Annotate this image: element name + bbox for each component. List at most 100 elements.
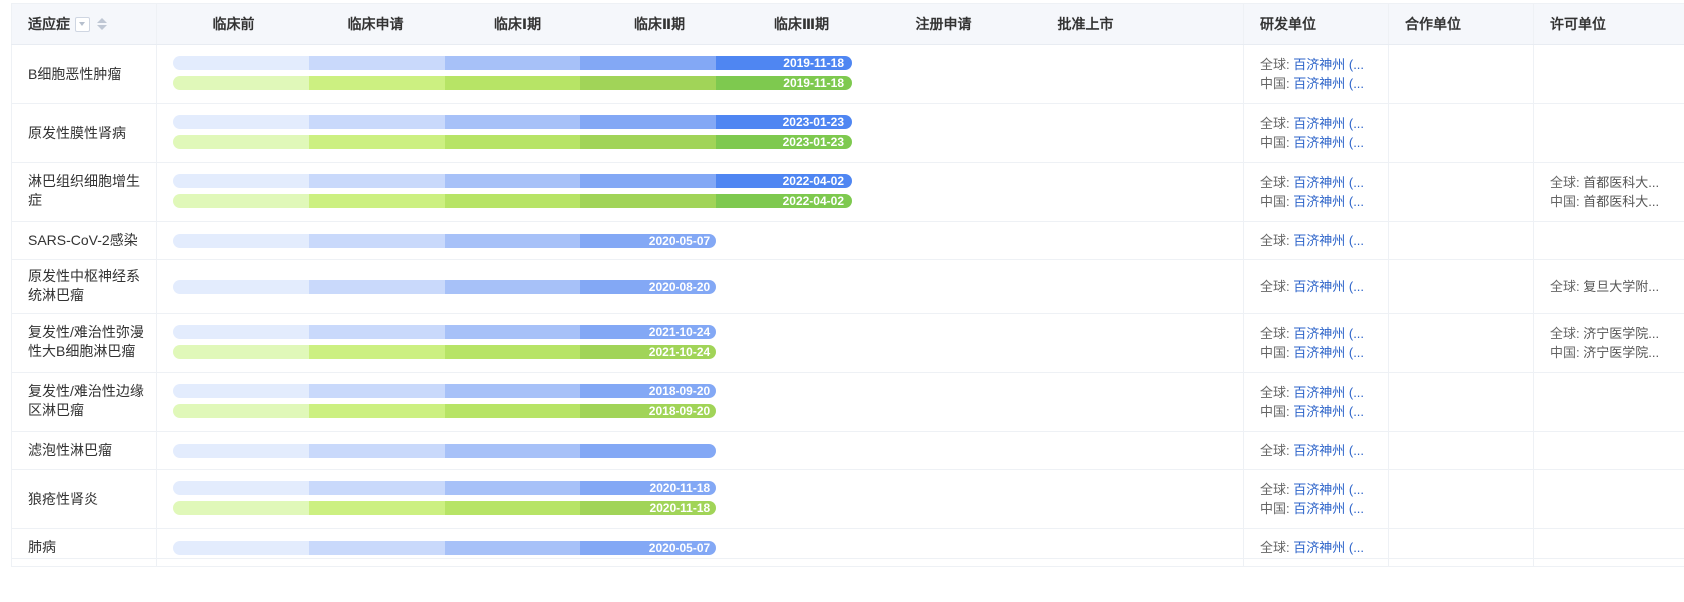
developer-cell: 全球: 百济神州 (... 中国: 百济神州 (... [1243,104,1388,162]
region-label: 全球: [1260,443,1290,458]
phase-cell: 2018-09-20 2018-09-20 [157,373,1243,431]
indication-cell: 淋巴组织细胞增生症 [11,163,157,221]
org-line: 全球: 百济神州 (... [1260,480,1388,499]
table-row: 肺病 2020-05-07 全球: 百济神州 (... [11,529,1684,567]
table-row: 复发性/难治性边缘区淋巴瘤 2018-09-20 2018-09-20 全球: 百济神… [11,373,1684,432]
developer-link[interactable]: 百济神州 (... [1293,501,1364,516]
stage-segment [308,384,445,398]
partner-cell [1388,314,1533,372]
org-line: 中国: 百济神州 (... [1260,133,1388,152]
china-progress-bar[interactable]: 2021-10-24 [173,345,717,359]
stage-date: 2022-04-02 [782,174,844,188]
developer-cell: 全球: 百济神州 (... 中国: 百济神州 (... [1243,45,1388,103]
table-row: B细胞恶性肿瘤 2019-11-18 2019-11-18 全球: 百济神州 (...… [11,45,1684,104]
stage-date: 2020-08-20 [648,280,711,294]
stage-segment [444,481,581,495]
developer-cell: 全球: 百济神州 (... [1243,432,1388,469]
indication-text: 淋巴组织细胞增生症 [28,173,140,208]
developer-link[interactable]: 百济神州 (... [1293,326,1364,341]
developer-link[interactable]: 百济神州 (... [1293,385,1364,400]
phase-cell: 2020-05-07 [157,529,1243,566]
indication-text: B细胞恶性肿瘤 [28,65,122,82]
partner-header: 合作单位 [1388,4,1533,44]
stage-segment [173,384,309,398]
global-progress-bar[interactable]: 2021-10-24 [173,325,717,339]
global-progress-bar[interactable] [173,444,717,458]
china-progress-bar[interactable]: 2022-04-02 [173,194,852,208]
indication-cell: 肺病 [11,529,157,566]
stage-segment [173,174,309,188]
filter-icon[interactable] [75,16,90,32]
stage-segment [308,135,445,149]
org-line: 全球: 百济神州 (... [1260,277,1388,296]
table-row: 滤泡性淋巴瘤 全球: 百济神州 (... [11,432,1684,470]
stage-segment [308,444,445,458]
org-line: 中国: 首都医科大... [1550,192,1684,211]
developer-link[interactable]: 百济神州 (... [1293,76,1364,91]
indication-text: SARS-CoV-2感染 [28,232,138,248]
global-progress-bar[interactable]: 2020-05-07 [173,234,717,248]
stage-segment [444,135,581,149]
partner-cell [1388,432,1533,469]
developer-link[interactable]: 百济神州 (... [1293,233,1364,248]
stage-segment [580,115,717,129]
stage-date: 2023-01-23 [782,135,844,149]
partner-cell [1388,260,1533,313]
org-line: 全球: 百济神州 (... [1260,383,1388,402]
region-label: 中国: [1260,135,1290,150]
global-progress-bar[interactable]: 2020-05-07 [173,541,717,555]
developer-link[interactable]: 百济神州 (... [1293,57,1364,72]
sort-icon[interactable] [97,18,107,30]
stage-segment [173,76,309,90]
licensor-cell: 全球: 济宁医学院... 中国: 济宁医学院... [1533,314,1684,372]
org-line: 全球: 百济神州 (... [1260,173,1388,192]
stage-segment [444,76,581,90]
org-line: 全球: 百济神州 (... [1260,55,1388,74]
licensor-cell [1533,45,1684,103]
partner-cell [1388,529,1533,566]
developer-link[interactable]: 百济神州 (... [1293,116,1364,131]
region-label: 全球: [1550,326,1580,341]
stage-segment [173,135,309,149]
developer-link[interactable]: 百济神州 (... [1293,345,1364,360]
org-line: 中国: 百济神州 (... [1260,74,1388,93]
developer-link[interactable]: 百济神州 (... [1293,175,1364,190]
developer-link[interactable]: 百济神州 (... [1293,540,1364,555]
china-progress-bar[interactable]: 2019-11-18 [173,76,852,90]
region-label: 全球: [1260,482,1290,497]
developer-link[interactable]: 百济神州 (... [1293,482,1364,497]
global-progress-bar[interactable]: 2019-11-18 [173,56,852,70]
china-progress-bar[interactable]: 2018-09-20 [173,404,717,418]
licensor-name: 济宁医学院... [1583,345,1660,360]
region-label: 中国: [1260,501,1290,516]
global-progress-bar[interactable]: 2023-01-23 [173,115,852,129]
stage-segment [444,501,581,515]
developer-link[interactable]: 百济神州 (... [1293,443,1364,458]
stage-segment [580,194,717,208]
developer-link[interactable]: 百济神州 (... [1293,194,1364,209]
phase-header-phase2: 临床Ⅱ期 [633,16,686,32]
partner-cell [1388,373,1533,431]
stage-segment [308,325,445,339]
stage-segment [173,444,309,458]
china-progress-bar[interactable]: 2023-01-23 [173,135,852,149]
global-progress-bar[interactable]: 2022-04-02 [173,174,852,188]
stage-segment [444,234,581,248]
indication-text: 肺病 [28,539,56,555]
stage-segment [173,325,309,339]
global-progress-bar[interactable]: 2018-09-20 [173,384,717,398]
stage-segment [308,194,445,208]
stage-date: 2019-11-18 [783,56,844,70]
indication-cell: 原发性膜性肾病 [11,104,157,162]
china-progress-bar[interactable]: 2020-11-18 [173,501,717,515]
stage-segment [444,325,581,339]
global-progress-bar[interactable]: 2020-08-20 [173,280,717,294]
region-label: 中国: [1550,194,1580,209]
stage-segment [173,234,309,248]
developer-link[interactable]: 百济神州 (... [1293,404,1364,419]
global-progress-bar[interactable]: 2020-11-18 [173,481,717,495]
phase-cell: 2020-05-07 [157,222,1243,259]
developer-link[interactable]: 百济神州 (... [1293,135,1364,150]
developer-link[interactable]: 百济神州 (... [1293,279,1364,294]
region-label: 全球: [1550,279,1580,294]
